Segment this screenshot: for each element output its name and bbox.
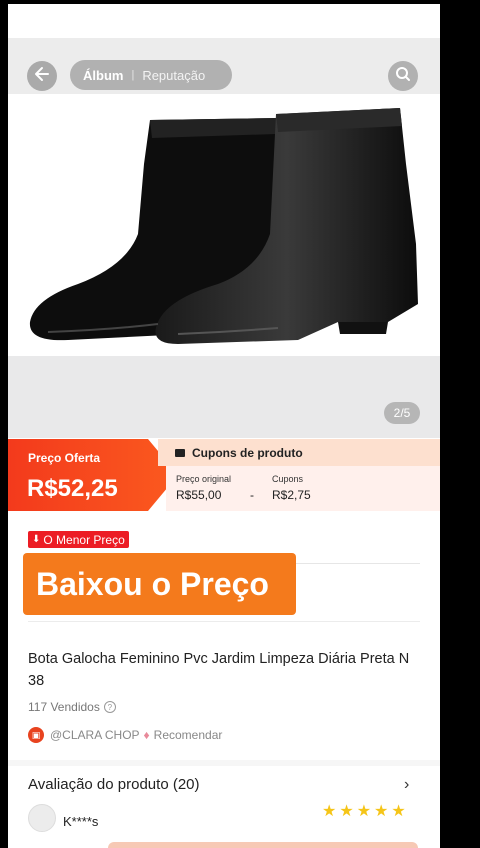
gallery-tabs: Álbum | Reputação [70,60,232,90]
recommend-label: Recomendar [153,728,223,742]
store-icon: ▣ [28,727,44,743]
offer-price-value: R$52,25 [27,475,118,502]
reviewer-name: K****s [63,814,99,829]
search-icon [395,66,411,87]
coupon-header-label: Cupons de produto [192,445,303,460]
product-title: Bota Galocha Feminino Pvc Jardim Limpeza… [28,651,410,689]
back-arrow-icon [33,65,51,88]
rating-stars: ★ ★ ★ ★ ★ [322,804,406,820]
original-price-label: Preço original [176,474,232,484]
app-screen: Álbum | Reputação 2/5 Preço Oferta R$52,… [8,4,440,848]
down-arrow-icon: ⬇ [32,534,41,545]
lowest-price-badge: ⬇ O Menor Preço [28,531,129,548]
minus-sign: - [250,488,254,502]
sold-label: 117 Vendidos [28,700,100,714]
coupon-value: R$2,75 [272,488,311,502]
price-drop-banner: Baixou o Preço [23,553,296,615]
star-icon: ★ [391,803,406,820]
star-icon: ★ [356,803,372,820]
divider [28,621,420,622]
image-counter: 2/5 [384,402,420,424]
coupon-breakdown: Preço original R$55,00 - Cupons R$2,75 [166,466,440,511]
offer-price-label: Preço Oferta [28,451,101,465]
avatar [28,804,56,832]
info-icon[interactable]: ? [103,701,116,713]
bottom-button-peek[interactable] [108,842,418,848]
lowest-price-label: O Menor Preço [43,532,125,547]
back-button[interactable] [27,61,57,91]
sold-count: 117 Vendidos ? [28,700,116,714]
tab-reputation[interactable]: Reputação [142,68,205,83]
search-button[interactable] [388,61,418,91]
star-icon: ★ [322,803,337,820]
original-price-value: R$55,00 [176,488,222,502]
reviews-title[interactable]: Avaliação do produto (20) [28,776,200,793]
tab-album[interactable]: Álbum [83,68,123,83]
price-bar: Preço Oferta R$52,25 Cupons de produto P… [8,439,440,511]
star-icon: ★ [339,803,354,820]
seller-name: @CLARA CHOP [50,728,140,742]
chevron-right-icon[interactable]: › [404,776,409,794]
section-separator [8,760,440,766]
offer-price-panel: Preço Oferta R$52,25 [8,439,178,511]
coupon-label: Cupons [272,474,304,484]
ticket-icon [175,448,185,457]
product-image[interactable] [8,94,440,356]
boots-image [29,108,418,344]
coupon-header[interactable]: Cupons de produto [158,439,440,466]
tab-separator: | [131,69,135,81]
star-icon: ★ [374,803,389,820]
recommend-icon: ♦ [143,728,150,742]
seller-row[interactable]: ▣ @CLARA CHOP ♦ Recomendar [28,727,222,743]
